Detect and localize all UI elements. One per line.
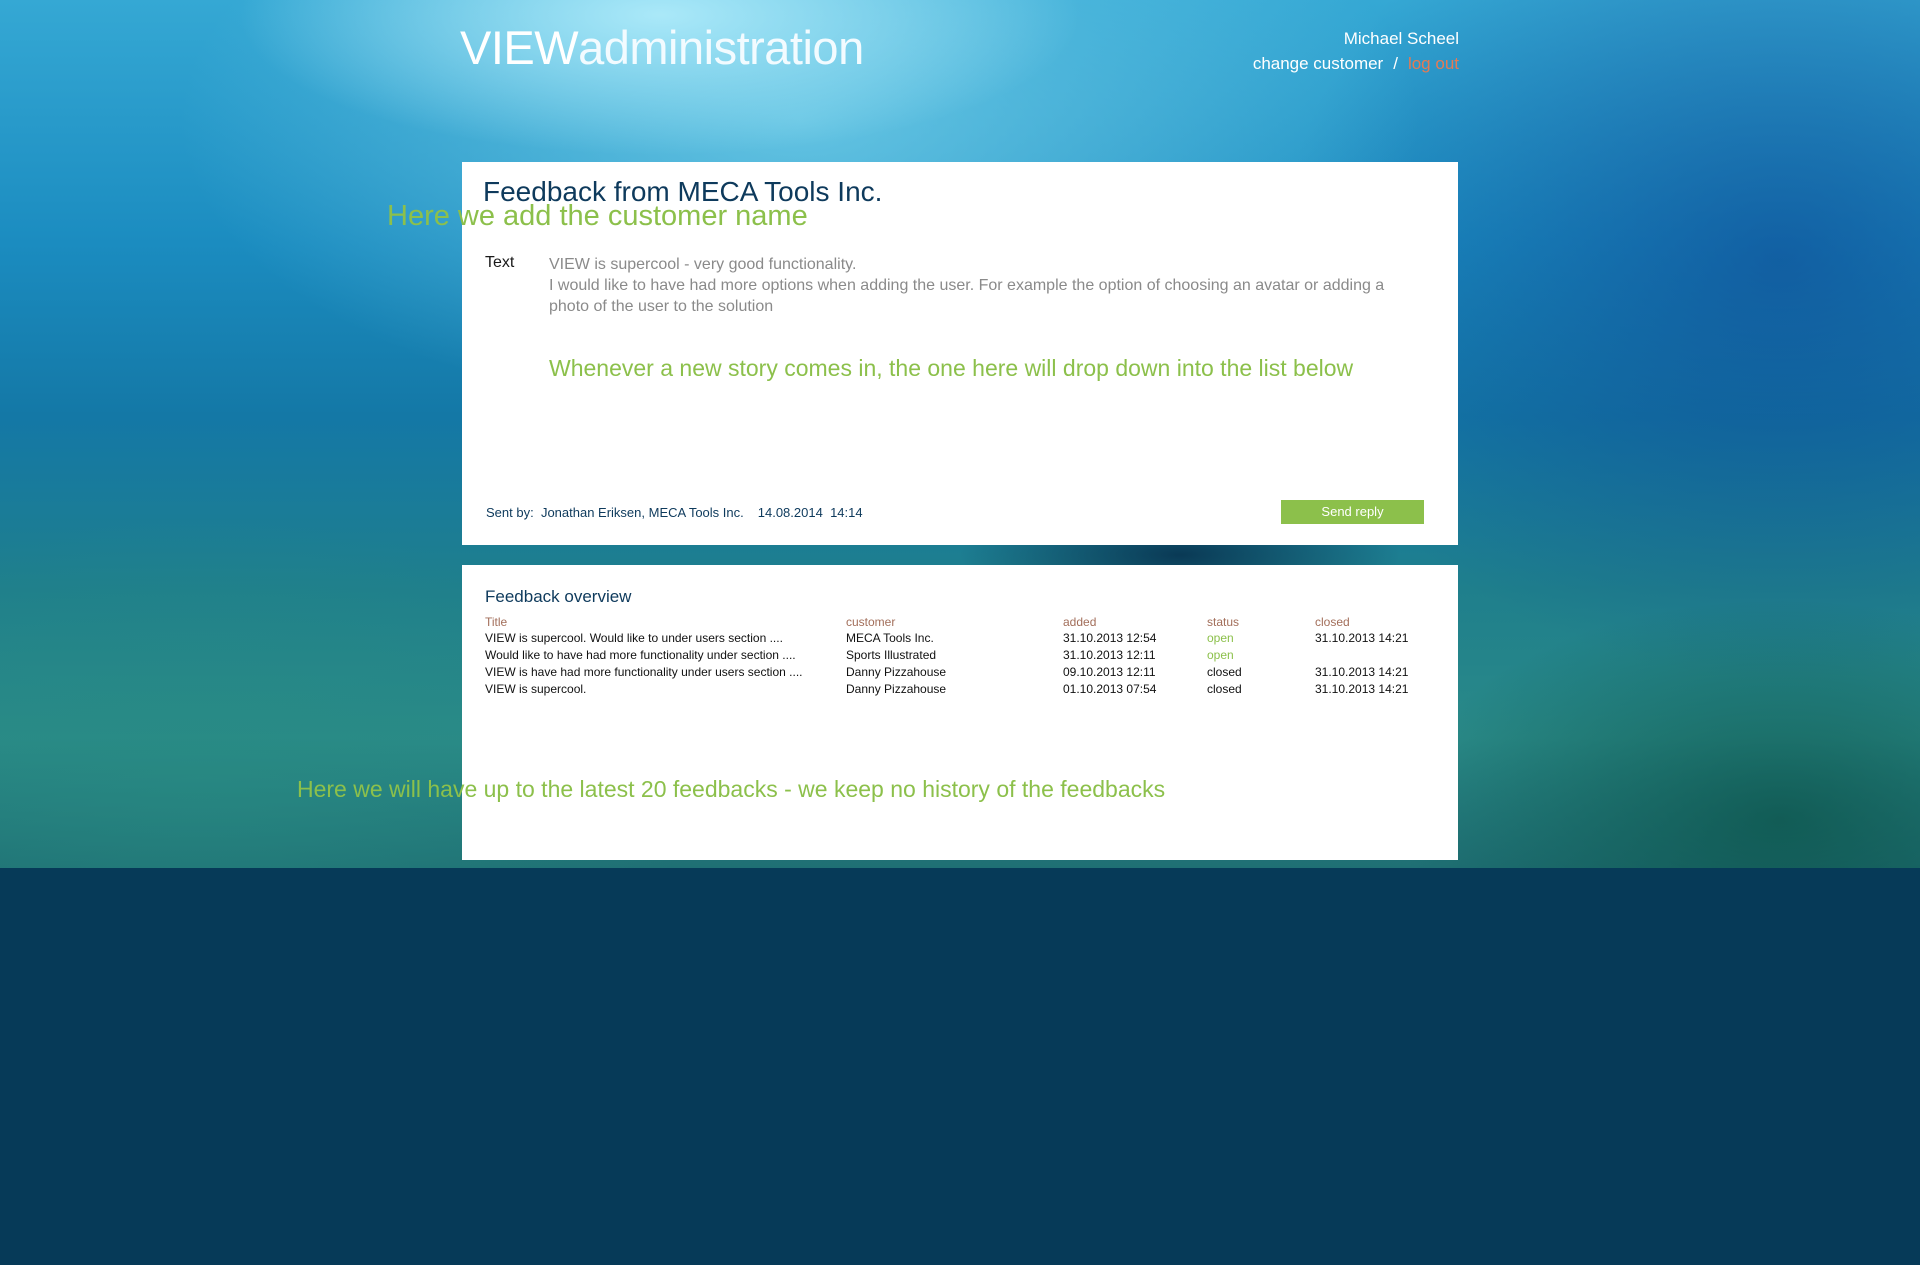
change-customer-link[interactable]: change customer bbox=[1253, 54, 1383, 73]
table-row[interactable]: Would like to have had more functionalit… bbox=[485, 647, 1445, 664]
feedback-text-line: I would like to have had more options wh… bbox=[549, 277, 1385, 294]
row-customer: Sports Illustrated bbox=[846, 648, 937, 662]
row-status: open bbox=[1207, 648, 1234, 662]
user-name: Michael Scheel bbox=[1343, 29, 1459, 48]
user-box: Michael Scheel change customer / log out bbox=[1253, 26, 1459, 76]
row-status: open bbox=[1207, 631, 1234, 645]
column-header-closed: closed bbox=[1315, 615, 1350, 629]
user-actions: change customer / log out bbox=[1253, 51, 1459, 76]
logo-light: administration bbox=[578, 21, 864, 74]
row-added: 01.10.2013 07:54 bbox=[1063, 682, 1157, 696]
feedback-text-line: photo of the user to the solution bbox=[549, 298, 774, 315]
table-row[interactable]: VIEW is have had more functionality unde… bbox=[485, 664, 1445, 681]
row-closed: 31.10.2013 14:21 bbox=[1315, 665, 1409, 679]
overview-table: Title customer added status closed VIEW … bbox=[485, 614, 1445, 698]
sent-by-value: Jonathan Eriksen, MECA Tools Inc. bbox=[540, 505, 744, 520]
logo-bold: VIEW bbox=[460, 21, 579, 74]
sent-by-label: Sent by: bbox=[486, 505, 534, 520]
annotation-history: Here we will have up to the latest 20 fe… bbox=[297, 776, 1166, 802]
table-header-row: Title customer added status closed bbox=[485, 614, 1445, 630]
row-customer: Danny Pizzahouse bbox=[846, 665, 947, 679]
actions-separator: / bbox=[1393, 54, 1398, 73]
row-title: Would like to have had more functionalit… bbox=[485, 648, 796, 662]
logout-link[interactable]: log out bbox=[1408, 54, 1459, 73]
annotation-story-drop: Whenever a new story comes in, the one h… bbox=[549, 355, 1354, 381]
sent-time: 14:14 bbox=[830, 505, 863, 520]
column-header-title: Title bbox=[485, 615, 508, 629]
send-reply-button[interactable]: Send reply bbox=[1281, 500, 1424, 524]
column-header-status: status bbox=[1207, 615, 1240, 629]
row-title: VIEW is supercool. Would like to under u… bbox=[485, 631, 783, 645]
feedback-text-body: VIEW is supercool - very good functional… bbox=[549, 254, 1409, 317]
table-row[interactable]: VIEW is supercool. Would like to under u… bbox=[485, 630, 1445, 647]
feedback-text-label: Text bbox=[485, 254, 515, 271]
row-status: closed bbox=[1207, 682, 1242, 696]
row-added: 31.10.2013 12:11 bbox=[1063, 648, 1156, 662]
row-added: 09.10.2013 12:11 bbox=[1063, 665, 1156, 679]
row-customer: Danny Pizzahouse bbox=[846, 682, 947, 696]
row-status: closed bbox=[1207, 665, 1242, 679]
app-logo: VIEWadministration bbox=[460, 20, 864, 75]
table-row[interactable]: VIEW is supercool. Danny Pizzahouse 01.1… bbox=[485, 681, 1445, 698]
row-closed: 31.10.2013 14:21 bbox=[1315, 682, 1409, 696]
column-header-customer: customer bbox=[846, 615, 896, 629]
row-closed: 31.10.2013 14:21 bbox=[1315, 631, 1409, 645]
annotation-customer-name: Here we add the customer name bbox=[387, 200, 808, 232]
row-customer: MECA Tools Inc. bbox=[846, 631, 934, 645]
feedback-text-line: VIEW is supercool - very good functional… bbox=[549, 256, 857, 273]
sent-date: 14.08.2014 bbox=[757, 505, 823, 520]
row-added: 31.10.2013 12:54 bbox=[1063, 631, 1157, 645]
feedback-overview-card: Feedback overview Title customer added s… bbox=[462, 565, 1458, 860]
row-title: VIEW is supercool. bbox=[485, 682, 587, 696]
row-title: VIEW is have had more functionality unde… bbox=[485, 665, 803, 679]
feedback-sent-info: Sent by: Jonathan Eriksen, MECA Tools In… bbox=[486, 505, 863, 520]
column-header-added: added bbox=[1063, 615, 1097, 629]
overview-title: Feedback overview bbox=[485, 587, 632, 606]
page-bottom-area bbox=[0, 868, 1920, 1265]
